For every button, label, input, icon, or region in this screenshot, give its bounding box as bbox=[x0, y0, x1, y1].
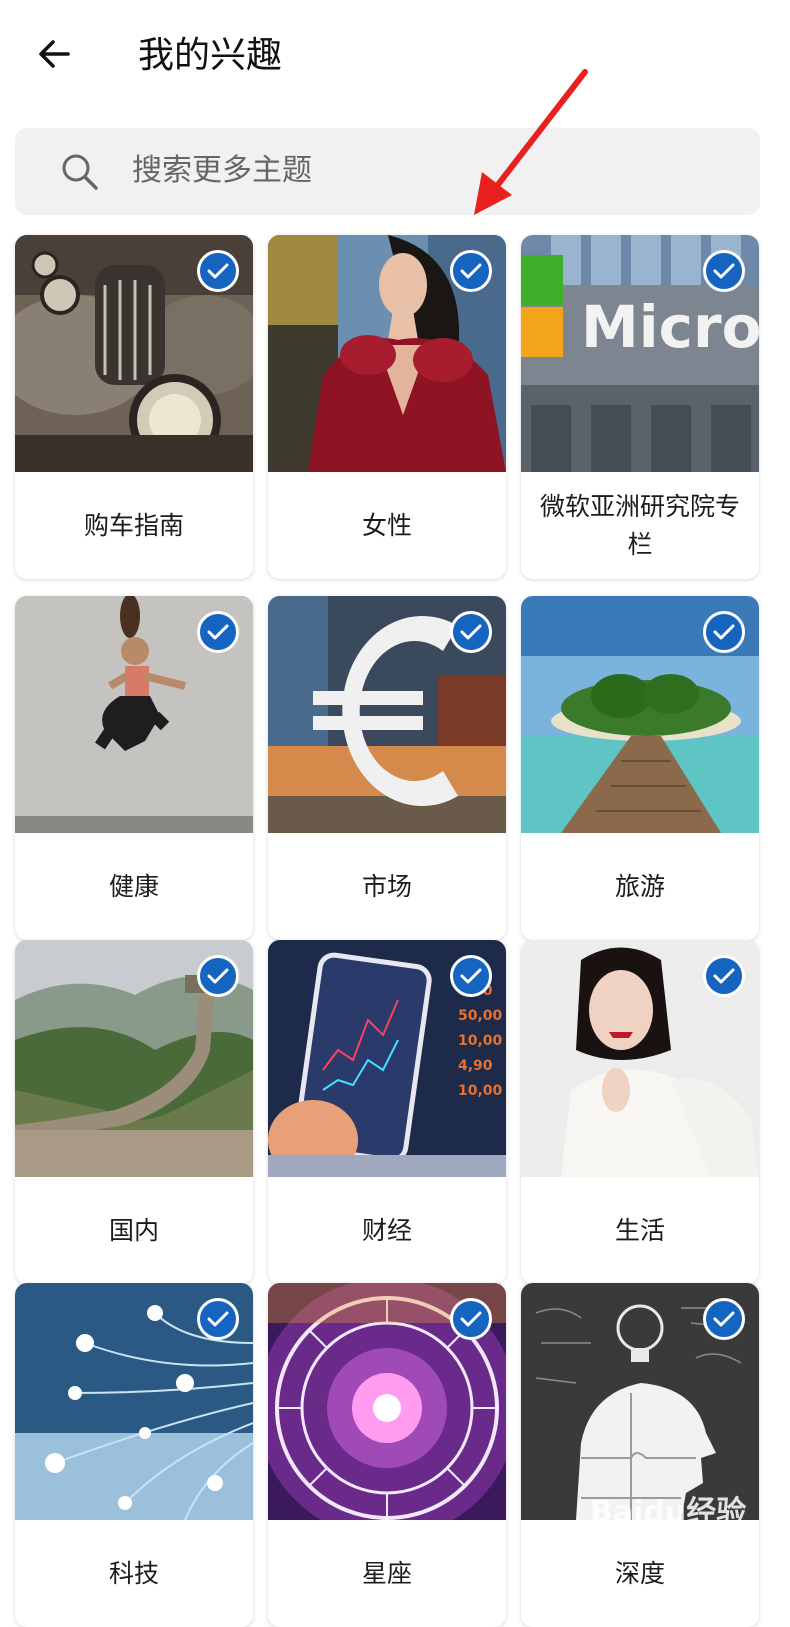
topic-label: 健康 bbox=[108, 871, 159, 901]
selected-check-icon[interactable] bbox=[450, 250, 492, 292]
selected-check-icon[interactable] bbox=[197, 611, 239, 653]
topic-card[interactable]: 生活 bbox=[521, 940, 759, 1284]
page-title: 我的兴趣 bbox=[138, 35, 283, 76]
topic-card[interactable]: 旅游 bbox=[521, 596, 759, 940]
topic-card[interactable]: 星座 bbox=[268, 1283, 506, 1627]
search-icon bbox=[62, 154, 98, 190]
topic-card[interactable]: 购车指南 bbox=[15, 235, 253, 579]
app-header: 我的兴趣 bbox=[0, 0, 790, 115]
selected-check-icon[interactable] bbox=[197, 955, 239, 997]
topic-card[interactable]: 女性 bbox=[268, 235, 506, 579]
topic-card[interactable]: 市场 bbox=[268, 596, 506, 940]
topic-label: 市场 bbox=[361, 871, 412, 901]
svg-text:Micro: Micro bbox=[581, 293, 759, 361]
topic-card[interactable]: 健康 bbox=[15, 596, 253, 940]
topic-label: 购车指南 bbox=[83, 510, 184, 540]
selected-check-icon[interactable] bbox=[703, 955, 745, 997]
topic-label: 生活 bbox=[614, 1215, 665, 1245]
topic-card[interactable]: 深度 bbox=[521, 1283, 759, 1627]
topic-card[interactable]: Micro 微软亚洲研究院专栏 bbox=[521, 235, 759, 579]
topic-label: 星座 bbox=[361, 1558, 412, 1588]
topic-card[interactable]: 8,9050,0010,004,9010,00 财经 bbox=[268, 940, 506, 1284]
search-input[interactable]: 搜索更多主题 bbox=[15, 128, 760, 215]
topic-label: 深度 bbox=[614, 1558, 665, 1588]
selected-check-icon[interactable] bbox=[197, 250, 239, 292]
topic-label: 女性 bbox=[361, 510, 412, 540]
topic-label: 旅游 bbox=[614, 871, 665, 901]
selected-check-icon[interactable] bbox=[450, 955, 492, 997]
topic-label: 科技 bbox=[108, 1558, 159, 1588]
topic-label: 国内 bbox=[108, 1215, 159, 1245]
svg-text:50,00: 50,00 bbox=[458, 1008, 503, 1024]
selected-check-icon[interactable] bbox=[197, 1298, 239, 1340]
selected-check-icon[interactable] bbox=[703, 611, 745, 653]
search-placeholder: 搜索更多主题 bbox=[132, 153, 312, 188]
svg-text:4,90: 4,90 bbox=[458, 1058, 493, 1074]
selected-check-icon[interactable] bbox=[450, 1298, 492, 1340]
topic-card[interactable]: 国内 bbox=[15, 940, 253, 1284]
selected-check-icon[interactable] bbox=[450, 611, 492, 653]
svg-text:10,00: 10,00 bbox=[458, 1083, 503, 1099]
selected-check-icon[interactable] bbox=[703, 1298, 745, 1340]
svg-text:10,00: 10,00 bbox=[458, 1033, 503, 1049]
topic-card[interactable]: 科技 bbox=[15, 1283, 253, 1627]
back-button[interactable] bbox=[30, 30, 78, 78]
topic-label: 微软亚洲研究院专栏 bbox=[539, 491, 740, 559]
topic-label: 财经 bbox=[361, 1215, 412, 1245]
back-arrow-icon bbox=[39, 40, 70, 68]
selected-check-icon[interactable] bbox=[703, 250, 745, 292]
